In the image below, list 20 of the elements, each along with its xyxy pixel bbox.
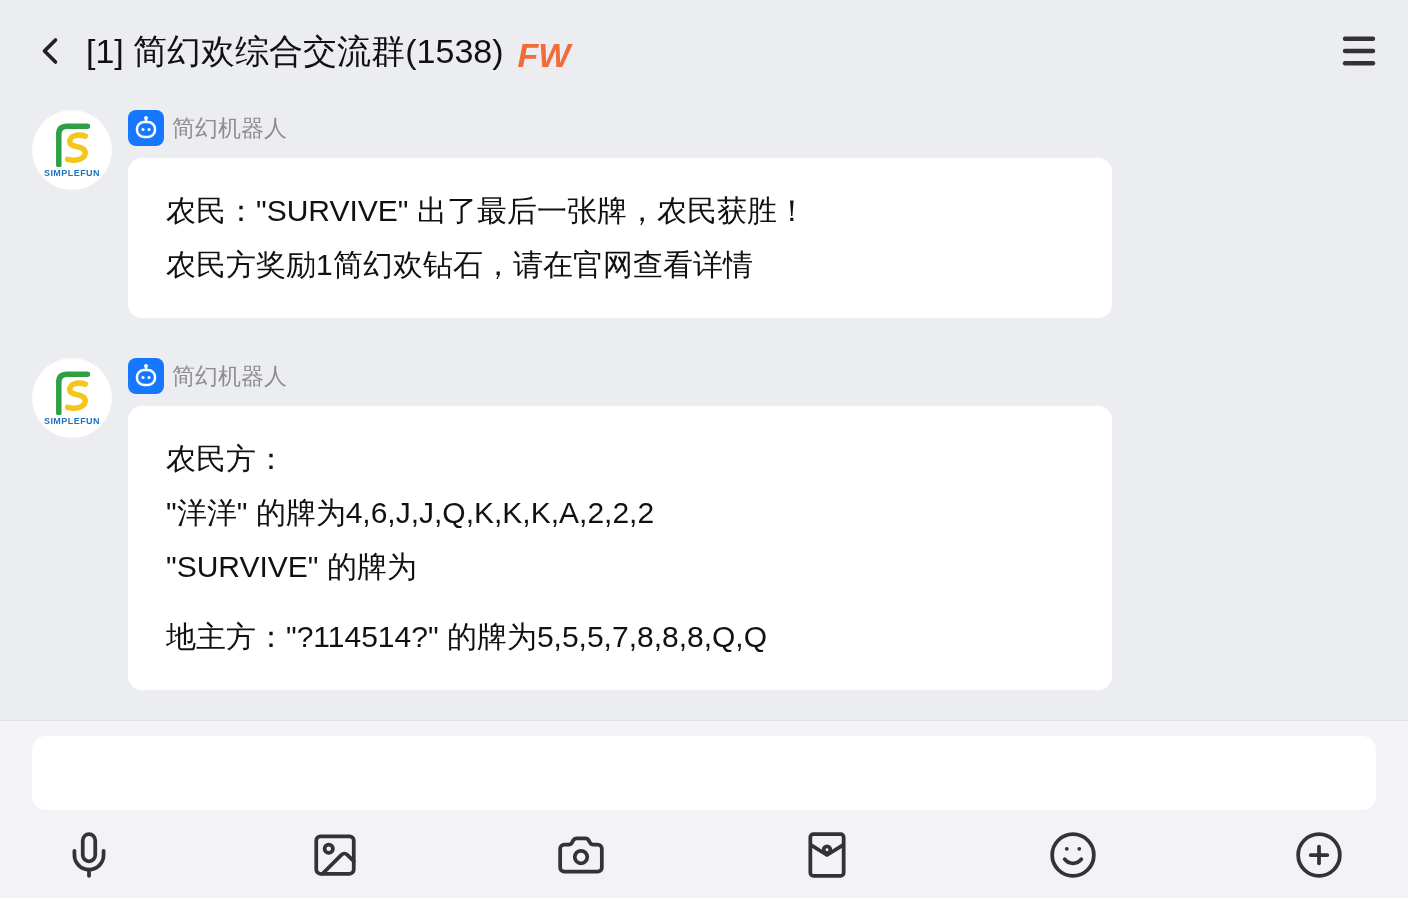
sender-name: 简幻机器人 xyxy=(172,361,287,391)
message-line: "洋洋" 的牌为4,6,J,J,Q,K,K,K,A,2,2,2 xyxy=(166,495,656,531)
message-line: "SURVIVE" 的牌为 xyxy=(166,549,418,585)
avatar[interactable]: SIMPLEFUN xyxy=(32,358,112,438)
message-line: 农民："SURVIVE" 出了最后一张牌，农民获胜！ xyxy=(166,193,808,229)
avatar[interactable]: SIMPLEFUN xyxy=(32,110,112,190)
smiley-icon xyxy=(1048,830,1098,880)
message-line: 农民方奖励1简幻欢钻石，请在官网查看详情 xyxy=(166,247,754,283)
robot-icon xyxy=(128,110,164,146)
chat-title: [1] 简幻欢综合交流群(1538) xyxy=(86,30,504,72)
add-button[interactable] xyxy=(1294,830,1344,880)
smiley-button[interactable] xyxy=(1048,830,1098,880)
avatar-label: SIMPLEFUN xyxy=(43,416,101,426)
sender-name: 简幻机器人 xyxy=(172,113,287,143)
logo-text: FW xyxy=(517,34,571,76)
avatar-label: SIMPLEFUN xyxy=(43,168,101,178)
message-line: 地主方："?114514?" 的牌为5,5,5,7,8,8,8,Q,Q xyxy=(166,619,769,655)
robot-icon xyxy=(128,358,164,394)
add-icon xyxy=(1294,830,1344,880)
message-line: 农民方： xyxy=(166,441,287,477)
